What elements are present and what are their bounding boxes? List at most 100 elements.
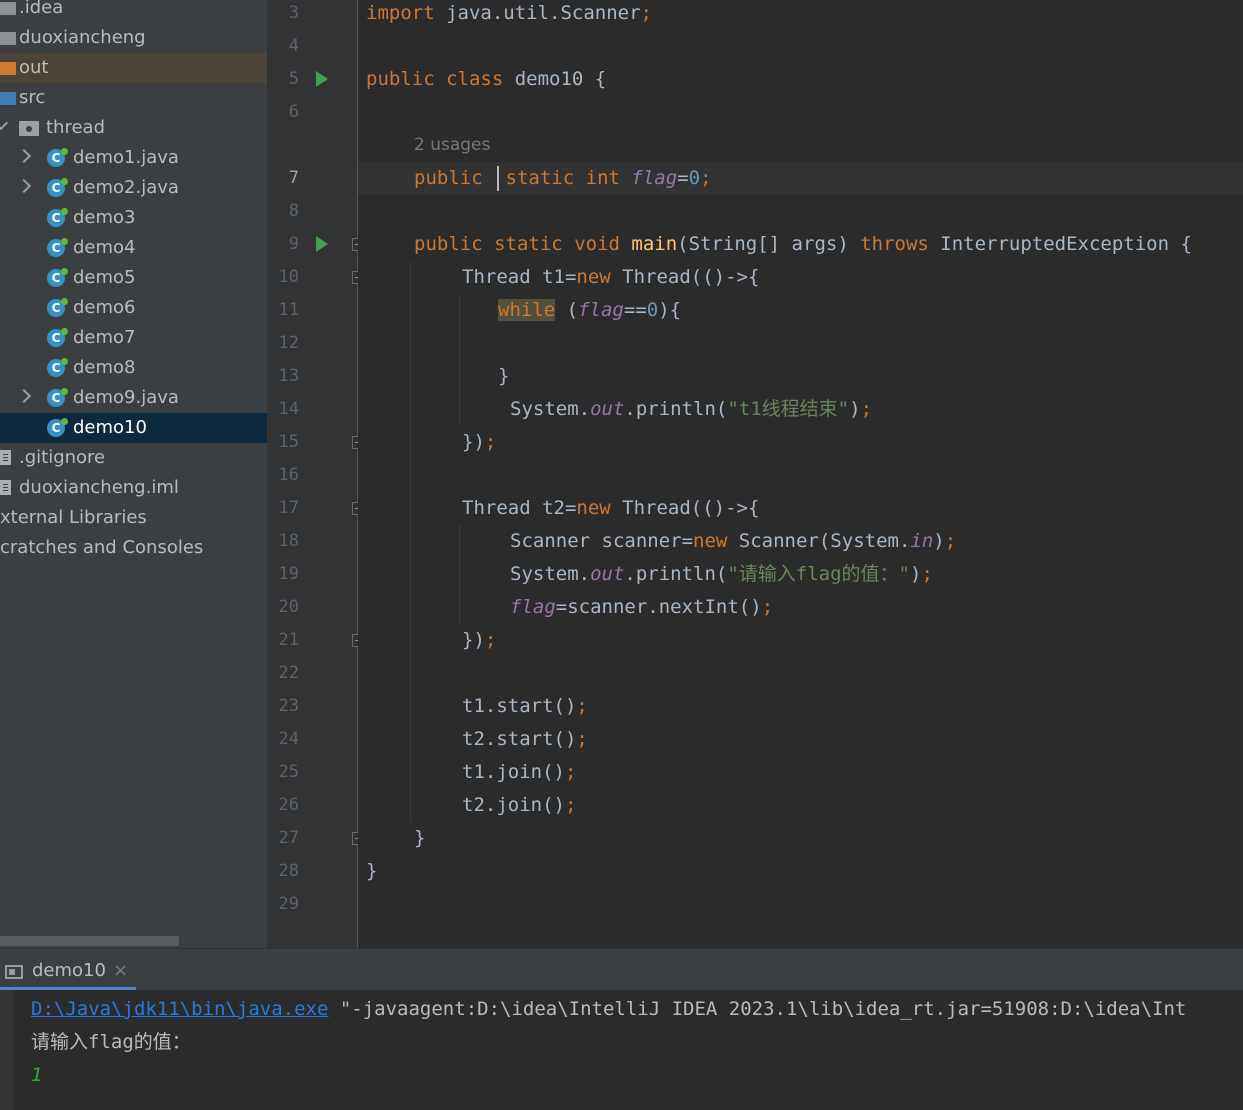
kw-public: public [414,233,483,255]
thread-lambda: Thread(()->{ [610,266,760,288]
class-icon: C [47,358,68,377]
tree-item-gitignore[interactable]: .gitignore [0,443,267,473]
line-number: 29 [278,894,299,914]
line-number: 18 [278,531,299,551]
tree-item-iml[interactable]: duoxiancheng.iml [0,473,267,503]
usages-hint[interactable]: 2 usages [414,130,490,160]
line-number: 8 [288,201,299,221]
import-path: java.util.Scanner [434,2,641,24]
kw-int: int [585,167,620,189]
code-line: } [366,855,377,888]
tree-item-thread[interactable]: thread [0,113,267,143]
tree-item-label: out [19,57,49,78]
run-tool-window-header [0,948,1243,991]
line-number: 10 [278,267,299,287]
tree-item-demo10[interactable]: C demo10 [0,413,267,443]
line-number: 17 [278,498,299,518]
tree-item-external-libraries[interactable]: xternal Libraries [0,503,267,533]
field-flag: flag [510,596,556,618]
chevron-right-icon[interactable] [16,388,32,404]
class-icon: C [47,208,68,227]
tree-item-demo5[interactable]: C demo5 [0,263,267,293]
println: .println( [624,398,728,420]
line-number: 3 [288,3,299,23]
semicolon: ; [484,629,497,651]
call: t2.join() [462,794,565,816]
call: t1.join() [462,761,565,783]
class-icon: C [47,388,68,407]
code-line: Scanner scanner=new Scanner(System.in); [510,525,956,558]
tree-item-demo6[interactable]: C demo6 [0,293,267,323]
tree-item-demo3[interactable]: C demo3 [0,203,267,233]
paren: ) [933,530,945,552]
operator: = [555,596,568,618]
line-number: 27 [278,828,299,848]
line-number: 25 [278,762,299,782]
tree-item-label: xternal Libraries [0,507,147,528]
tree-item-demo1[interactable]: C demo1.java [0,143,267,173]
line-number: 24 [278,729,299,749]
tree-item-idea[interactable]: .idea [0,0,267,23]
code-line: Thread t1=new Thread(()->{ [462,261,759,294]
line-number: 7 [288,168,299,188]
semicolon: ; [921,563,933,585]
println: .println( [624,563,728,585]
class-icon: C [47,178,68,197]
chevron-right-icon[interactable] [16,178,32,194]
line-number: 6 [288,102,299,122]
kw-while: while [498,299,556,321]
java-path-link[interactable]: D:\Java\jdk11\bin\java.exe [31,998,328,1020]
paren: ){ [658,299,682,321]
tree-item-label: thread [46,117,106,138]
tree-item-src[interactable]: src [0,83,267,113]
field-flag: flag [578,299,624,321]
kw-new: new [693,530,728,552]
code-line: public class demo10 { [366,63,606,96]
system-ref: System. [510,563,591,585]
chevron-down-icon[interactable] [0,115,9,131]
run-main-icon[interactable] [316,236,328,252]
line-number: 21 [278,630,299,650]
class-name: demo10 { [503,68,607,90]
indent-guide [459,294,460,426]
kw-void: void [574,233,620,255]
close-icon[interactable]: × [113,958,128,984]
semicolon: ; [640,2,652,24]
semicolon: ; [860,398,873,420]
paren: ) [849,398,861,420]
tree-horizontal-scrollbar[interactable] [0,936,179,946]
tree-item-label: demo8 [73,357,136,378]
code-line: } [414,822,425,855]
tree-item-demo2[interactable]: C demo2.java [0,173,267,203]
line-number: 16 [278,465,299,485]
tree-item-demo8[interactable]: C demo8 [0,353,267,383]
tree-item-scratches[interactable]: cratches and Consoles [0,533,267,563]
scanner-decl: Scanner scanner= [510,530,694,552]
run-class-icon[interactable] [316,71,328,87]
tree-item-demo9[interactable]: C demo9.java [0,383,267,413]
chevron-right-icon[interactable] [16,148,32,164]
tree-item-label: demo4 [73,237,136,258]
tree-item-label: demo10 [73,417,147,438]
line-number: 15 [278,432,299,452]
kw-class: class [446,68,504,90]
indent-guide [410,261,411,822]
tree-item-label: duoxiancheng.iml [19,477,179,498]
semicolon: ; [944,530,957,552]
tree-item-duoxiancheng[interactable]: duoxiancheng [0,23,267,53]
tree-item-label: demo6 [73,297,136,318]
tree-item-demo4[interactable]: C demo4 [0,233,267,263]
code-line: while (flag==0){ [498,294,681,327]
tree-item-label: demo3 [73,207,136,228]
exception-type: InterruptedException { [928,233,1192,255]
kw-public: public [366,68,435,90]
field-out: out [590,398,625,420]
brace: } [414,827,426,849]
kw-static: static [494,233,563,255]
file-icon [0,480,11,495]
run-tab-demo10[interactable]: demo10 [32,958,106,984]
tree-item-out[interactable]: out [0,53,267,83]
line-number: 13 [278,366,299,386]
tree-item-demo7[interactable]: C demo7 [0,323,267,353]
tree-item-label: demo5 [73,267,136,288]
